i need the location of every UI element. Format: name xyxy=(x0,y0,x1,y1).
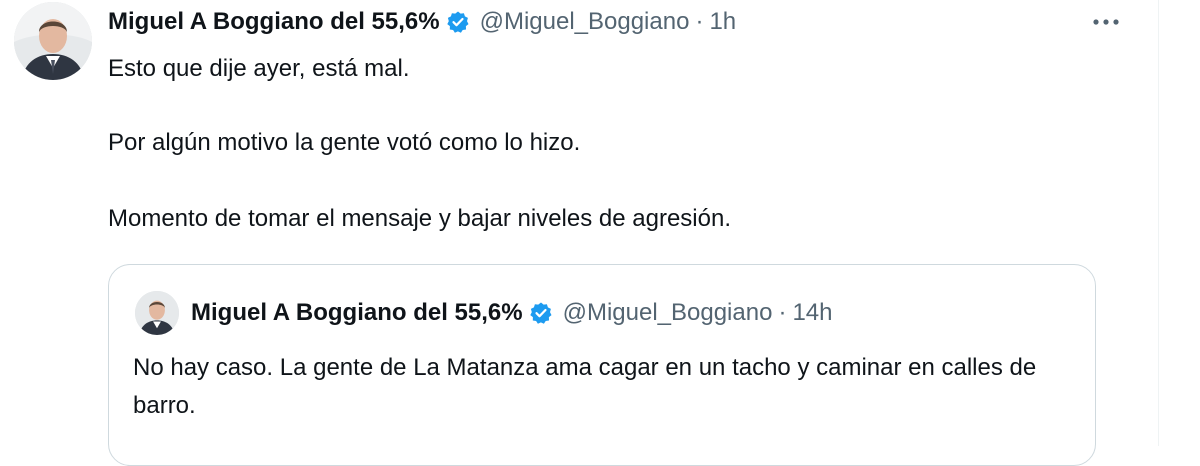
author-name[interactable]: Miguel A Boggiano del 55,6% xyxy=(108,8,440,36)
quoted-tweet-header: Miguel A Boggiano del 55,6% @Miguel_Bogg… xyxy=(191,295,832,331)
column-divider xyxy=(1158,0,1159,446)
quoted-author-name: Miguel A Boggiano del 55,6% xyxy=(191,299,523,326)
avatar[interactable] xyxy=(14,2,92,80)
tweet: Miguel A Boggiano del 55,6% @Miguel_Bogg… xyxy=(0,0,1160,466)
tweet-text-line-2: Por algún motivo la gente votó como lo h… xyxy=(108,129,581,156)
quoted-profile-photo xyxy=(135,291,179,335)
quoted-tweet-timestamp: 14h xyxy=(792,299,833,326)
tweet-timestamp[interactable]: 1h xyxy=(709,8,736,36)
separator-dot: · xyxy=(695,8,704,35)
verified-badge-icon xyxy=(529,301,553,325)
tweet-text-line-1: Esto que dije ayer, está mal. xyxy=(108,55,410,82)
profile-photo xyxy=(14,2,92,80)
quoted-tweet-card[interactable]: Miguel A Boggiano del 55,6% @Miguel_Bogg… xyxy=(108,264,1096,466)
verified-badge-icon xyxy=(446,10,470,34)
quoted-author-handle: @Miguel_Boggiano xyxy=(562,299,773,326)
more-options-icon[interactable] xyxy=(1084,2,1128,42)
tweet-text-line-3: Momento de tomar el mensaje y bajar nive… xyxy=(108,205,731,232)
author-handle[interactable]: @Miguel_Boggiano xyxy=(480,8,690,36)
separator-dot: · xyxy=(778,299,787,326)
quoted-tweet-text: No hay caso. La gente de La Matanza ama … xyxy=(133,354,1037,419)
tweet-header: Miguel A Boggiano del 55,6% @Miguel_Bogg… xyxy=(108,2,736,42)
quoted-avatar[interactable] xyxy=(135,291,179,335)
